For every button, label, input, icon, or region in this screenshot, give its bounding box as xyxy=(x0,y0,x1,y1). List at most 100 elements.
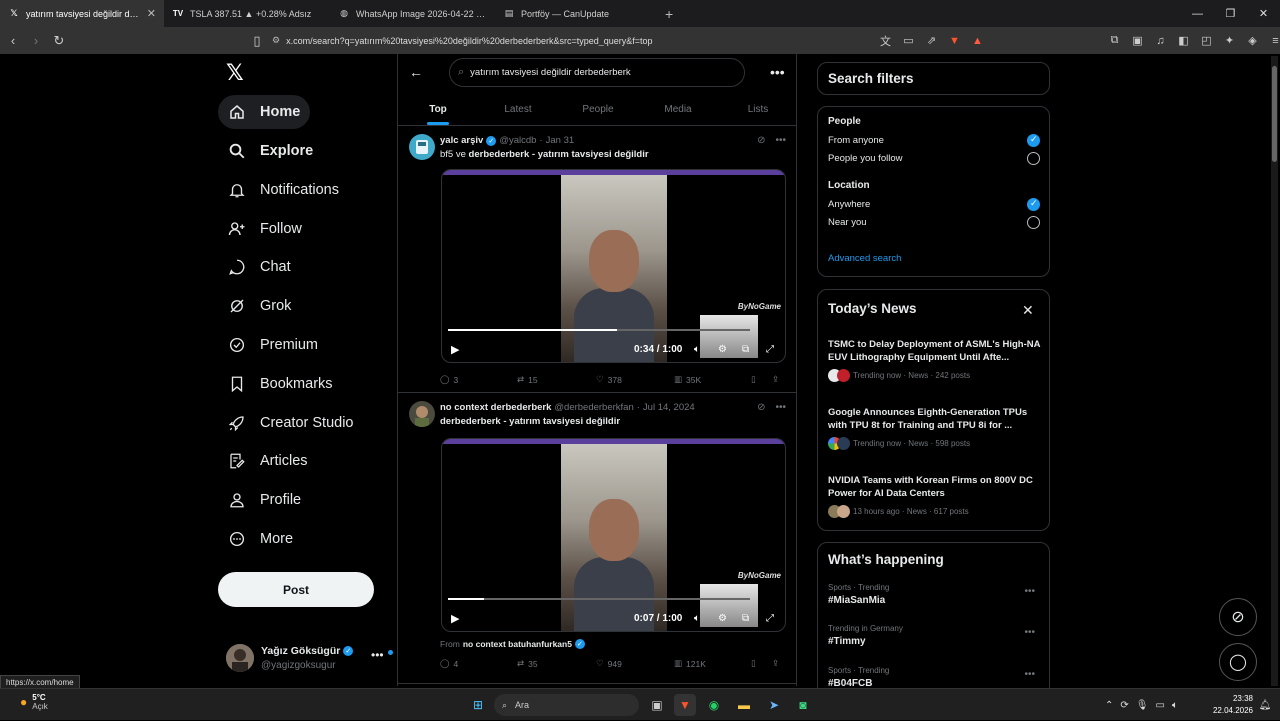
close-tab-icon[interactable]: ✕ xyxy=(147,7,156,20)
video-player[interactable]: ByNoGame ▶ 0:34 / 1:00 🔈︎ ⚙ ⧉ ⤢ xyxy=(441,169,786,363)
filter-option-near-you[interactable]: Near you xyxy=(828,216,1040,229)
avatar[interactable] xyxy=(409,134,435,160)
video-player[interactable]: ByNoGame ▶ 0:07 / 1:00 🔈︎ ⚙ ⧉ ⤢ xyxy=(441,438,786,632)
windows-start-icon[interactable]: ⊞ xyxy=(467,694,489,716)
extensions-icon[interactable]: ⧉ xyxy=(1105,31,1124,50)
nav-item-more[interactable]: More xyxy=(218,522,303,556)
avatar[interactable] xyxy=(409,401,435,427)
cast-icon[interactable]: ▭ xyxy=(899,31,918,50)
video-progress-bar[interactable] xyxy=(448,329,750,331)
news-item[interactable]: Google Announces Eighth-Generation TPUs … xyxy=(828,406,1043,450)
browser-tab-tradingview[interactable]: TV TSLA 387.51 ▲ +0.28% Adsız xyxy=(164,0,330,27)
pip-icon[interactable]: ⧉ xyxy=(742,344,749,355)
nav-item-home[interactable]: Home xyxy=(218,95,311,129)
share-icon[interactable]: ⇗ xyxy=(922,31,941,50)
share-icon[interactable]: ⇪ xyxy=(772,374,779,385)
browser-tab-whatsapp-image[interactable]: ◍ WhatsApp Image 2026-04-22 at 22.3 xyxy=(330,0,495,27)
tweet[interactable]: no context derbederberk @derbederberkfan… xyxy=(398,394,796,684)
bookmark-icon[interactable]: ▯ xyxy=(751,658,756,669)
nav-item-notifications[interactable]: Notifications xyxy=(218,173,349,207)
notification-bell-icon[interactable]: 🔔︎ xyxy=(1254,694,1276,716)
nav-item-chat[interactable]: Chat xyxy=(218,250,301,284)
tab-latest[interactable]: Latest xyxy=(478,94,558,125)
fullscreen-icon[interactable]: ⤢ xyxy=(766,613,774,624)
trend-item[interactable]: Sports · Trending #B04FCB ••• xyxy=(828,666,1040,689)
app-taskbar-icon[interactable]: ◙ xyxy=(792,694,814,716)
trend-more-icon[interactable]: ••• xyxy=(1024,627,1035,638)
translate-icon[interactable]: 文 xyxy=(876,31,895,50)
brave-rewards-icon[interactable]: ▲ xyxy=(968,31,987,50)
nav-item-bookmarks[interactable]: Bookmarks xyxy=(218,367,343,401)
account-more-icon[interactable]: ••• xyxy=(371,648,384,662)
author-name[interactable]: no context derbederberk xyxy=(440,402,551,413)
nav-item-profile[interactable]: Profile xyxy=(218,483,311,517)
tab-top[interactable]: Top xyxy=(398,94,478,125)
sync-icon[interactable]: ⟳ xyxy=(1120,700,1128,711)
tweet-date[interactable]: Jan 31 xyxy=(546,135,575,146)
browser-tab-x[interactable]: 𝕏 yatırım tavsiyesi değildir derbede ✕ xyxy=(0,0,164,27)
author-handle[interactable]: @derbederberkfan xyxy=(554,402,633,413)
views-button[interactable]: ▥ 121K xyxy=(674,658,706,669)
repost-button[interactable]: ⇄ 35 xyxy=(517,658,538,669)
tweet-more-icon[interactable]: ••• xyxy=(775,135,786,146)
views-button[interactable]: ▥ 35K xyxy=(674,374,701,385)
settings-icon[interactable]: ⚙ xyxy=(718,613,727,624)
search-input[interactable]: ⌕ yatırım tavsiyesi değildir derbederber… xyxy=(449,58,745,87)
taskbar-clock[interactable]: 23:38 22.04.2026 xyxy=(1208,693,1253,717)
nav-item-articles[interactable]: Articles xyxy=(218,444,318,478)
tweet-more-icon[interactable]: ••• xyxy=(775,402,786,413)
repost-button[interactable]: ⇄ 15 xyxy=(517,374,538,385)
grok-icon[interactable]: ⊘ xyxy=(757,402,765,413)
tab-lists[interactable]: Lists xyxy=(718,94,796,125)
close-icon[interactable]: ✕ xyxy=(1022,302,1034,319)
telegram-taskbar-icon[interactable]: ➤ xyxy=(763,694,785,716)
author-name[interactable]: yalc arşiv xyxy=(440,135,483,146)
brave-taskbar-icon[interactable]: ▼ xyxy=(674,694,696,716)
author-handle[interactable]: @yalcdb xyxy=(499,135,536,146)
nav-item-explore[interactable]: Explore xyxy=(218,134,323,168)
browser-tab-portfoy[interactable]: ▤ Portföy — CanUpdate xyxy=(495,0,655,27)
tweet[interactable]: yalc arşiv ✓ @yalcdb · Jan 31 ⊘ ••• bf5 … xyxy=(398,127,796,393)
wallet-icon[interactable]: ◰ xyxy=(1197,31,1216,50)
from-name[interactable]: no context batuhanfurkan5 xyxy=(463,639,572,649)
fullscreen-icon[interactable]: ⤢ xyxy=(766,344,774,355)
share-icon[interactable]: ⇪ xyxy=(772,658,779,669)
bookmark-page-icon[interactable]: ▯ xyxy=(247,31,267,51)
radio-checked-icon[interactable] xyxy=(1027,134,1040,147)
radio-unchecked-icon[interactable] xyxy=(1027,152,1040,165)
news-item[interactable]: NVIDIA Teams with Korean Firms on 800V D… xyxy=(828,474,1043,518)
trend-more-icon[interactable]: ••• xyxy=(1024,586,1035,597)
tweet-date[interactable]: Jul 14, 2024 xyxy=(643,402,695,413)
close-window-icon[interactable]: ✕ xyxy=(1247,0,1280,27)
grok-floating-button[interactable]: ⊘ xyxy=(1219,598,1257,636)
pip-icon[interactable]: ⧉ xyxy=(742,613,749,624)
whatsapp-taskbar-icon[interactable]: ◉ xyxy=(703,694,725,716)
filter-option-people-you-follow[interactable]: People you follow xyxy=(828,152,1040,165)
play-icon[interactable]: ▶ xyxy=(451,612,463,625)
filter-option-from-anyone[interactable]: From anyone xyxy=(828,134,1040,147)
reader-icon[interactable]: ▣ xyxy=(1128,31,1147,50)
filter-option-anywhere[interactable]: Anywhere xyxy=(828,198,1040,211)
grok-icon[interactable]: ⊘ xyxy=(757,135,765,146)
weather-widget[interactable]: ● 5°C Açık xyxy=(20,693,48,711)
media-icon[interactable]: ♫ xyxy=(1151,31,1170,50)
forward-icon[interactable]: › xyxy=(26,31,46,51)
maximize-icon[interactable]: ❐ xyxy=(1214,0,1247,27)
trend-item[interactable]: Sports · Trending #MiaSanMia ••• xyxy=(828,583,1040,606)
search-options-icon[interactable]: ••• xyxy=(770,64,785,80)
tab-people[interactable]: People xyxy=(558,94,638,125)
advanced-search-link[interactable]: Advanced search xyxy=(828,253,901,264)
tab-media[interactable]: Media xyxy=(638,94,718,125)
settings-icon[interactable]: ⚙ xyxy=(718,344,727,355)
reload-icon[interactable]: ↻ xyxy=(49,31,69,51)
reply-button[interactable]: ◯ 4 xyxy=(440,658,458,669)
account-switcher[interactable]: Yağız Göksügür ✓ @yagizgoksugur ••• xyxy=(224,642,396,676)
x-logo-icon[interactable]: 𝕏 xyxy=(226,62,248,84)
new-tab-button[interactable]: + xyxy=(655,0,683,27)
chat-floating-button[interactable]: ◯ xyxy=(1219,643,1257,681)
back-arrow-icon[interactable]: ← xyxy=(409,64,423,80)
task-view-icon[interactable]: ▣ xyxy=(646,694,668,716)
sidebar-icon[interactable]: ◧ xyxy=(1174,31,1193,50)
like-button[interactable]: ♡ 949 xyxy=(596,658,622,669)
vpn-icon[interactable]: ◈ xyxy=(1243,31,1262,50)
